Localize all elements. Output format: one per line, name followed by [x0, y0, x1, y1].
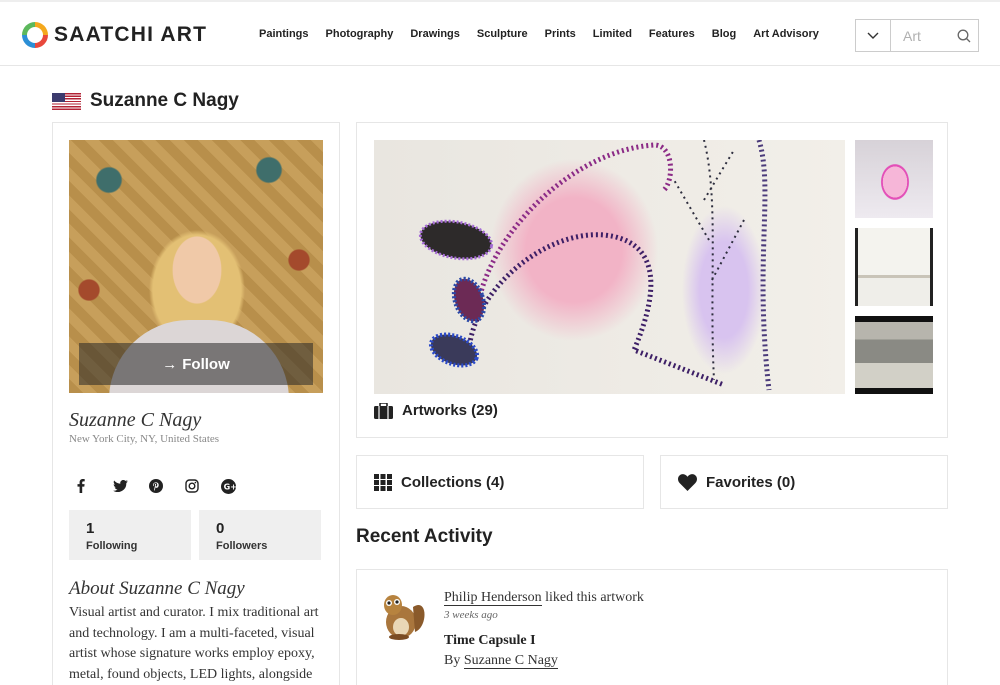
artist-name: Suzanne C Nagy [69, 409, 202, 431]
follow-button[interactable]: → Follow [79, 343, 313, 385]
pinterest-icon[interactable] [141, 476, 177, 496]
activity-artist-link[interactable]: Suzanne C Nagy [463, 653, 558, 669]
logo-icon [22, 22, 48, 48]
search-button[interactable] [949, 20, 978, 51]
main-nav: Paintings Photography Drawings Sculpture… [259, 28, 836, 40]
nav-item-photography[interactable]: Photography [326, 28, 394, 40]
twitter-icon[interactable] [105, 476, 141, 496]
facebook-icon[interactable] [69, 476, 105, 496]
search-bar [855, 19, 979, 52]
brand-name: SAATCHI ART [54, 23, 208, 46]
nav-item-features[interactable]: Features [649, 28, 695, 40]
us-flag-icon [52, 92, 81, 110]
briefcase-icon [374, 402, 393, 419]
collections-card[interactable]: Collections (4) [356, 455, 644, 509]
nav-item-art-advisory[interactable]: Art Advisory [753, 28, 819, 40]
activity-action: liked this artwork [541, 590, 644, 605]
recent-activity-title: Recent Activity [356, 526, 493, 547]
nav-item-sculpture[interactable]: Sculpture [477, 28, 528, 40]
followers-stat[interactable]: 0 Followers [199, 510, 321, 560]
activity-description: Philip Henderson liked this artwork [444, 590, 644, 606]
artist-avatar: → Follow [69, 140, 323, 393]
activity-user-link[interactable]: Philip Henderson [444, 590, 542, 606]
followers-count: 0 [216, 520, 225, 537]
profile-card: → Follow Suzanne C Nagy New York City, N… [52, 122, 340, 685]
favorites-card[interactable]: Favorites (0) [660, 455, 948, 509]
artwork-thumbnail-3[interactable] [855, 316, 933, 394]
artwork-thumbnail-2[interactable] [855, 228, 933, 306]
nav-item-drawings[interactable]: Drawings [410, 28, 460, 40]
artist-location: New York City, NY, United States [69, 433, 220, 445]
following-label: Following [86, 540, 138, 552]
instagram-icon[interactable] [177, 476, 213, 496]
favorites-label: Favorites (0) [706, 473, 796, 491]
featured-artwork-image[interactable] [374, 140, 845, 394]
chevron-down-icon [867, 32, 879, 39]
top-header: SAATCHI ART Paintings Photography Drawin… [0, 0, 1000, 66]
google-plus-icon[interactable]: G+ [213, 476, 249, 496]
social-links: G+ [69, 476, 249, 496]
user-avatar[interactable] [373, 587, 428, 642]
search-icon [957, 29, 970, 42]
follow-label: Follow [182, 355, 230, 373]
activity-artwork-title[interactable]: Time Capsule I [444, 633, 536, 649]
svg-text:G+: G+ [224, 482, 236, 491]
grid-icon [374, 473, 392, 491]
heart-icon [678, 473, 697, 491]
search-input[interactable] [891, 20, 949, 51]
about-title: About Suzanne C Nagy [69, 578, 245, 599]
artworks-link[interactable]: Artworks (29) [374, 402, 498, 419]
artworks-label: Artworks (29) [402, 402, 498, 419]
page-title: Suzanne C Nagy [90, 90, 239, 111]
about-text: Visual artist and curator. I mix traditi… [69, 605, 319, 682]
activity-timestamp: 3 weeks ago [444, 609, 498, 621]
search-category-dropdown[interactable] [856, 20, 891, 51]
following-stat[interactable]: 1 Following [69, 510, 191, 560]
nav-item-blog[interactable]: Blog [712, 28, 736, 40]
artwork-thumbnail-1[interactable] [855, 140, 933, 218]
artworks-card: Artworks (29) [356, 122, 948, 438]
by-prefix: By [444, 653, 464, 668]
nav-item-limited[interactable]: Limited [593, 28, 632, 40]
activity-artwork-artist: By Suzanne C Nagy [444, 653, 558, 669]
page-title-row: Suzanne C Nagy [52, 90, 239, 112]
activity-item: Philip Henderson liked this artwork 3 we… [356, 569, 948, 685]
nav-item-paintings[interactable]: Paintings [259, 28, 309, 40]
followers-label: Followers [216, 540, 268, 552]
following-count: 1 [86, 520, 95, 537]
arrow-right-icon: → [162, 355, 178, 373]
nav-item-prints[interactable]: Prints [545, 28, 576, 40]
collections-label: Collections (4) [401, 473, 505, 491]
brand-logo[interactable]: SAATCHI ART [22, 20, 207, 50]
